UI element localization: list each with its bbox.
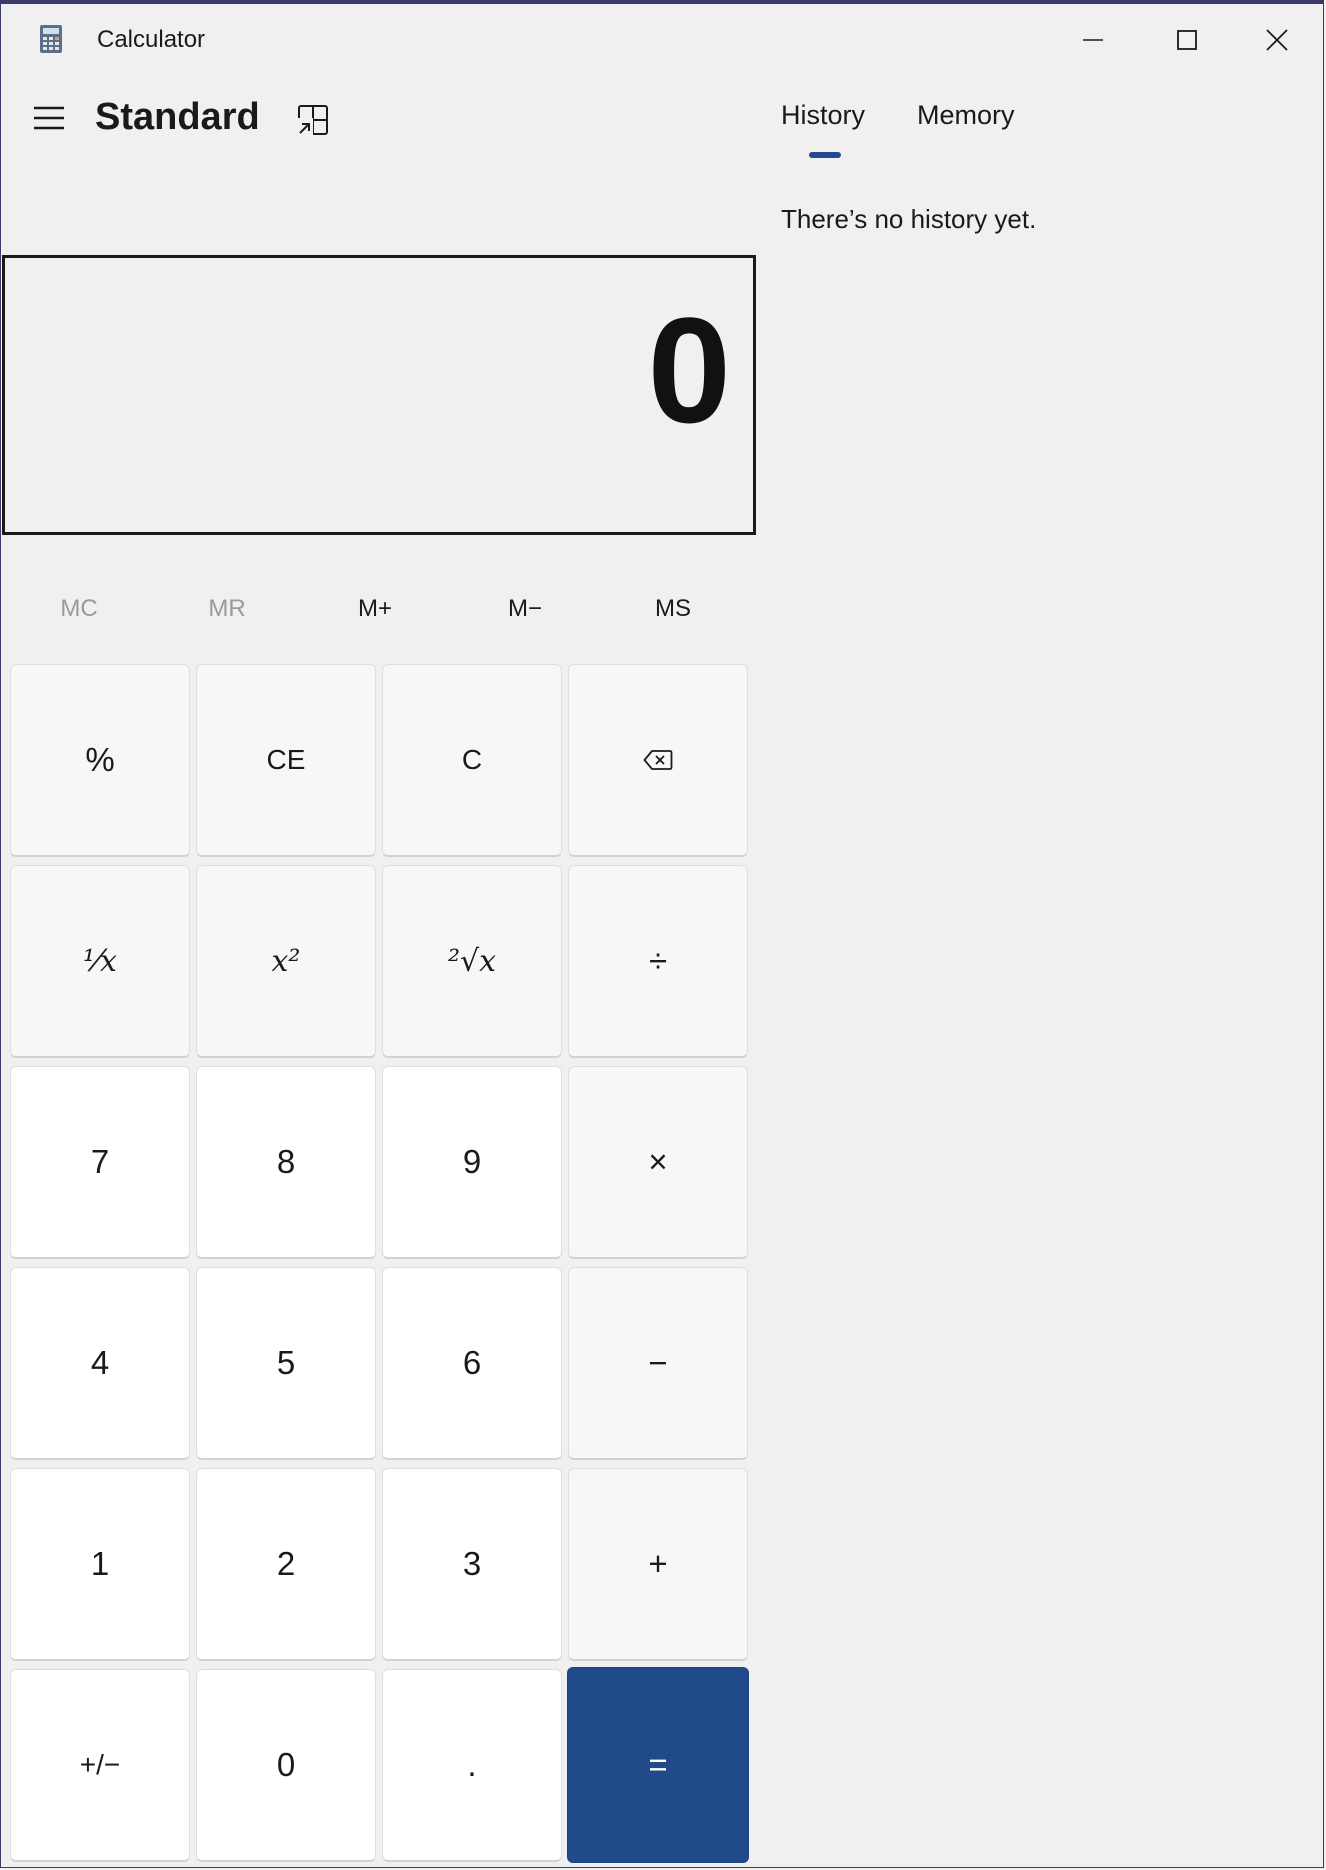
hamburger-menu-icon: [33, 105, 65, 136]
decimal-label: .: [467, 1746, 477, 1783]
clear-label: C: [461, 744, 483, 775]
reciprocal-button[interactable]: ⅟x: [10, 865, 190, 1058]
multiply-button[interactable]: ×: [568, 1066, 748, 1259]
square-button[interactable]: x²: [196, 865, 376, 1058]
digit-0-label: 0: [276, 1746, 296, 1783]
subtract-label: −: [648, 1344, 668, 1381]
negate-label: +/−: [79, 1749, 121, 1780]
digit-9-button[interactable]: 9: [382, 1066, 562, 1259]
digit-2-label: 2: [276, 1545, 296, 1582]
equals-button[interactable]: =: [567, 1667, 749, 1863]
navigation-menu-button[interactable]: [25, 96, 73, 144]
memory-subtract-button[interactable]: M−: [451, 584, 599, 634]
minimize-icon: [1082, 29, 1104, 51]
square-root-button[interactable]: ²√x: [382, 865, 562, 1058]
digit-7-label: 7: [90, 1143, 110, 1180]
memory-store-button[interactable]: MS: [599, 584, 747, 634]
close-button[interactable]: [1247, 18, 1307, 62]
digit-4-label: 4: [90, 1344, 110, 1381]
minimize-button[interactable]: [1063, 18, 1123, 62]
memory-add-button[interactable]: M+: [301, 584, 449, 634]
memory-clear-button[interactable]: MC: [5, 584, 153, 634]
maximize-icon: [1176, 29, 1198, 51]
multiply-label: ×: [648, 1143, 668, 1180]
active-tab-indicator: [809, 152, 841, 158]
backspace-icon: [643, 749, 673, 771]
add-label: +: [648, 1545, 668, 1582]
close-icon: [1265, 28, 1289, 52]
square-root-label: ²√x: [447, 943, 497, 979]
digit-5-label: 5: [276, 1344, 296, 1381]
clear-entry-label: CE: [266, 744, 306, 775]
tab-history[interactable]: History: [781, 100, 865, 131]
display-value: 0: [647, 286, 731, 454]
digit-1-button[interactable]: 1: [10, 1468, 190, 1661]
mode-title: Standard: [95, 96, 260, 138]
divide-label: ÷: [648, 942, 668, 979]
keep-on-top-icon: [297, 104, 329, 141]
keep-on-top-button[interactable]: [291, 100, 335, 144]
add-button[interactable]: +: [568, 1468, 748, 1661]
tab-memory[interactable]: Memory: [917, 100, 1015, 131]
decimal-button[interactable]: .: [382, 1669, 562, 1862]
square-label: x²: [271, 943, 301, 979]
calculator-window: Calculator Standard History Memory There…: [0, 0, 1324, 1868]
digit-1-label: 1: [90, 1545, 110, 1582]
clear-button[interactable]: C: [382, 664, 562, 857]
memory-recall-button[interactable]: MR: [153, 584, 301, 634]
digit-3-button[interactable]: 3: [382, 1468, 562, 1661]
backspace-button[interactable]: [568, 664, 748, 857]
digit-8-label: 8: [276, 1143, 296, 1180]
percent-label: %: [85, 741, 115, 778]
title-bar: Calculator: [1, 4, 1323, 76]
result-display: 0: [2, 255, 756, 535]
digit-0-button[interactable]: 0: [196, 1669, 376, 1862]
negate-button[interactable]: +/−: [10, 1669, 190, 1862]
subtract-button[interactable]: −: [568, 1267, 748, 1460]
digit-8-button[interactable]: 8: [196, 1066, 376, 1259]
maximize-button[interactable]: [1157, 18, 1217, 62]
clear-entry-button[interactable]: CE: [196, 664, 376, 857]
digit-9-label: 9: [462, 1143, 482, 1180]
digit-6-button[interactable]: 6: [382, 1267, 562, 1460]
divide-button[interactable]: ÷: [568, 865, 748, 1058]
digit-2-button[interactable]: 2: [196, 1468, 376, 1661]
reciprocal-label: ⅟x: [83, 943, 117, 979]
digit-6-label: 6: [462, 1344, 482, 1381]
digit-4-button[interactable]: 4: [10, 1267, 190, 1460]
window-title: Calculator: [97, 26, 206, 53]
calculator-icon: [39, 24, 63, 54]
digit-7-button[interactable]: 7: [10, 1066, 190, 1259]
percent-button[interactable]: %: [10, 664, 190, 857]
digit-5-button[interactable]: 5: [196, 1267, 376, 1460]
history-empty-message: There’s no history yet.: [781, 204, 1037, 234]
digit-3-label: 3: [462, 1545, 482, 1582]
equals-label: =: [648, 1746, 668, 1783]
